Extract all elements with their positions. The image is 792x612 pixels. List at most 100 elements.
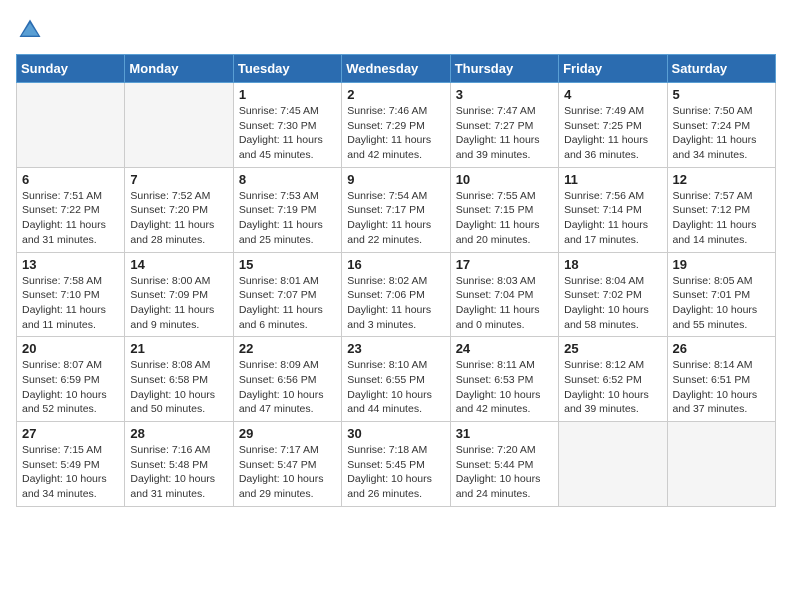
day-number: 10 bbox=[456, 172, 553, 187]
day-number: 12 bbox=[673, 172, 770, 187]
day-info: Sunrise: 8:02 AMSunset: 7:06 PMDaylight:… bbox=[347, 274, 444, 333]
day-number: 27 bbox=[22, 426, 119, 441]
day-number: 30 bbox=[347, 426, 444, 441]
day-cell: 31 Sunrise: 7:20 AMSunset: 5:44 PMDayligh… bbox=[450, 422, 558, 507]
week-row-5: 27 Sunrise: 7:15 AMSunset: 5:49 PMDayligh… bbox=[17, 422, 776, 507]
day-cell: 26 Sunrise: 8:14 AMSunset: 6:51 PMDayligh… bbox=[667, 337, 775, 422]
page-header bbox=[16, 16, 776, 44]
day-number: 13 bbox=[22, 257, 119, 272]
day-number: 26 bbox=[673, 341, 770, 356]
day-info: Sunrise: 7:50 AMSunset: 7:24 PMDaylight:… bbox=[673, 104, 770, 163]
day-cell: 11Sunrise: 7:56 AMSunset: 7:14 PMDayligh… bbox=[559, 167, 667, 252]
day-header-saturday: Saturday bbox=[667, 55, 775, 83]
day-info: Sunrise: 7:58 AMSunset: 7:10 PMDaylight:… bbox=[22, 274, 119, 333]
day-number: 1 bbox=[239, 87, 336, 102]
day-number: 6 bbox=[22, 172, 119, 187]
day-info: Sunrise: 8:12 AMSunset: 6:52 PMDaylight:… bbox=[564, 358, 661, 417]
day-number: 15 bbox=[239, 257, 336, 272]
day-info: Sunrise: 8:01 AMSunset: 7:07 PMDaylight:… bbox=[239, 274, 336, 333]
calendar-header-row: SundayMondayTuesdayWednesdayThursdayFrid… bbox=[17, 55, 776, 83]
day-info: Sunrise: 7:51 AMSunset: 7:22 PMDaylight:… bbox=[22, 189, 119, 248]
logo bbox=[16, 16, 48, 44]
day-number: 19 bbox=[673, 257, 770, 272]
day-number: 22 bbox=[239, 341, 336, 356]
day-cell: 23 Sunrise: 8:10 AMSunset: 6:55 PMDayligh… bbox=[342, 337, 450, 422]
day-info: Sunrise: 7:46 AMSunset: 7:29 PMDaylight:… bbox=[347, 104, 444, 163]
day-header-monday: Monday bbox=[125, 55, 233, 83]
day-info: Sunrise: 8:07 AMSunset: 6:59 PMDaylight:… bbox=[22, 358, 119, 417]
day-info: Sunrise: 8:08 AMSunset: 6:58 PMDaylight:… bbox=[130, 358, 227, 417]
day-cell: 27 Sunrise: 7:15 AMSunset: 5:49 PMDayligh… bbox=[17, 422, 125, 507]
day-number: 7 bbox=[130, 172, 227, 187]
day-info: Sunrise: 8:09 AMSunset: 6:56 PMDaylight:… bbox=[239, 358, 336, 417]
day-info: Sunrise: 7:20 AMSunset: 5:44 PMDaylight:… bbox=[456, 443, 553, 502]
day-info: Sunrise: 7:52 AMSunset: 7:20 PMDaylight:… bbox=[130, 189, 227, 248]
day-info: Sunrise: 8:03 AMSunset: 7:04 PMDaylight:… bbox=[456, 274, 553, 333]
day-info: Sunrise: 7:54 AMSunset: 7:17 PMDaylight:… bbox=[347, 189, 444, 248]
week-row-3: 13 Sunrise: 7:58 AMSunset: 7:10 PMDayligh… bbox=[17, 252, 776, 337]
logo-icon bbox=[16, 16, 44, 44]
day-cell: 15 Sunrise: 8:01 AMSunset: 7:07 PMDayligh… bbox=[233, 252, 341, 337]
day-cell: 9 Sunrise: 7:54 AMSunset: 7:17 PMDaylight… bbox=[342, 167, 450, 252]
day-info: Sunrise: 7:17 AMSunset: 5:47 PMDaylight:… bbox=[239, 443, 336, 502]
day-info: Sunrise: 8:10 AMSunset: 6:55 PMDaylight:… bbox=[347, 358, 444, 417]
day-info: Sunrise: 8:14 AMSunset: 6:51 PMDaylight:… bbox=[673, 358, 770, 417]
day-cell: 13 Sunrise: 7:58 AMSunset: 7:10 PMDayligh… bbox=[17, 252, 125, 337]
day-cell: 25Sunrise: 8:12 AMSunset: 6:52 PMDayligh… bbox=[559, 337, 667, 422]
day-number: 29 bbox=[239, 426, 336, 441]
day-header-thursday: Thursday bbox=[450, 55, 558, 83]
day-number: 8 bbox=[239, 172, 336, 187]
day-number: 21 bbox=[130, 341, 227, 356]
day-info: Sunrise: 8:00 AMSunset: 7:09 PMDaylight:… bbox=[130, 274, 227, 333]
day-info: Sunrise: 7:15 AMSunset: 5:49 PMDaylight:… bbox=[22, 443, 119, 502]
day-info: Sunrise: 7:53 AMSunset: 7:19 PMDaylight:… bbox=[239, 189, 336, 248]
day-number: 31 bbox=[456, 426, 553, 441]
day-cell: 2 Sunrise: 7:46 AMSunset: 7:29 PMDaylight… bbox=[342, 83, 450, 168]
day-cell: 29 Sunrise: 7:17 AMSunset: 5:47 PMDayligh… bbox=[233, 422, 341, 507]
day-cell bbox=[17, 83, 125, 168]
day-info: Sunrise: 7:45 AMSunset: 7:30 PMDaylight:… bbox=[239, 104, 336, 163]
day-number: 23 bbox=[347, 341, 444, 356]
day-cell bbox=[667, 422, 775, 507]
day-cell bbox=[559, 422, 667, 507]
day-cell: 28 Sunrise: 7:16 AMSunset: 5:48 PMDayligh… bbox=[125, 422, 233, 507]
day-number: 24 bbox=[456, 341, 553, 356]
day-header-friday: Friday bbox=[559, 55, 667, 83]
day-cell: 1 Sunrise: 7:45 AMSunset: 7:30 PMDaylight… bbox=[233, 83, 341, 168]
day-info: Sunrise: 8:11 AMSunset: 6:53 PMDaylight:… bbox=[456, 358, 553, 417]
day-header-tuesday: Tuesday bbox=[233, 55, 341, 83]
week-row-1: 1 Sunrise: 7:45 AMSunset: 7:30 PMDaylight… bbox=[17, 83, 776, 168]
day-info: Sunrise: 7:18 AMSunset: 5:45 PMDaylight:… bbox=[347, 443, 444, 502]
day-number: 14 bbox=[130, 257, 227, 272]
day-number: 28 bbox=[130, 426, 227, 441]
day-number: 18 bbox=[564, 257, 661, 272]
day-number: 11 bbox=[564, 172, 661, 187]
day-info: Sunrise: 7:55 AMSunset: 7:15 PMDaylight:… bbox=[456, 189, 553, 248]
day-cell: 17 Sunrise: 8:03 AMSunset: 7:04 PMDayligh… bbox=[450, 252, 558, 337]
day-cell: 30 Sunrise: 7:18 AMSunset: 5:45 PMDayligh… bbox=[342, 422, 450, 507]
day-cell bbox=[125, 83, 233, 168]
day-cell: 3 Sunrise: 7:47 AMSunset: 7:27 PMDaylight… bbox=[450, 83, 558, 168]
day-cell: 22 Sunrise: 8:09 AMSunset: 6:56 PMDayligh… bbox=[233, 337, 341, 422]
day-number: 16 bbox=[347, 257, 444, 272]
day-cell: 19Sunrise: 8:05 AMSunset: 7:01 PMDayligh… bbox=[667, 252, 775, 337]
day-info: Sunrise: 7:16 AMSunset: 5:48 PMDaylight:… bbox=[130, 443, 227, 502]
day-cell: 18 Sunrise: 8:04 AMSunset: 7:02 PMDayligh… bbox=[559, 252, 667, 337]
day-number: 2 bbox=[347, 87, 444, 102]
day-number: 9 bbox=[347, 172, 444, 187]
day-cell: 6 Sunrise: 7:51 AMSunset: 7:22 PMDaylight… bbox=[17, 167, 125, 252]
day-info: Sunrise: 7:49 AMSunset: 7:25 PMDaylight:… bbox=[564, 104, 661, 163]
day-info: Sunrise: 7:47 AMSunset: 7:27 PMDaylight:… bbox=[456, 104, 553, 163]
week-row-2: 6 Sunrise: 7:51 AMSunset: 7:22 PMDaylight… bbox=[17, 167, 776, 252]
day-header-wednesday: Wednesday bbox=[342, 55, 450, 83]
week-row-4: 20 Sunrise: 8:07 AMSunset: 6:59 PMDayligh… bbox=[17, 337, 776, 422]
day-cell: 21 Sunrise: 8:08 AMSunset: 6:58 PMDayligh… bbox=[125, 337, 233, 422]
day-number: 3 bbox=[456, 87, 553, 102]
day-info: Sunrise: 7:57 AMSunset: 7:12 PMDaylight:… bbox=[673, 189, 770, 248]
day-cell: 12 Sunrise: 7:57 AMSunset: 7:12 PMDayligh… bbox=[667, 167, 775, 252]
day-info: Sunrise: 8:04 AMSunset: 7:02 PMDaylight:… bbox=[564, 274, 661, 333]
day-number: 17 bbox=[456, 257, 553, 272]
day-number: 5 bbox=[673, 87, 770, 102]
day-number: 20 bbox=[22, 341, 119, 356]
day-cell: 20 Sunrise: 8:07 AMSunset: 6:59 PMDayligh… bbox=[17, 337, 125, 422]
